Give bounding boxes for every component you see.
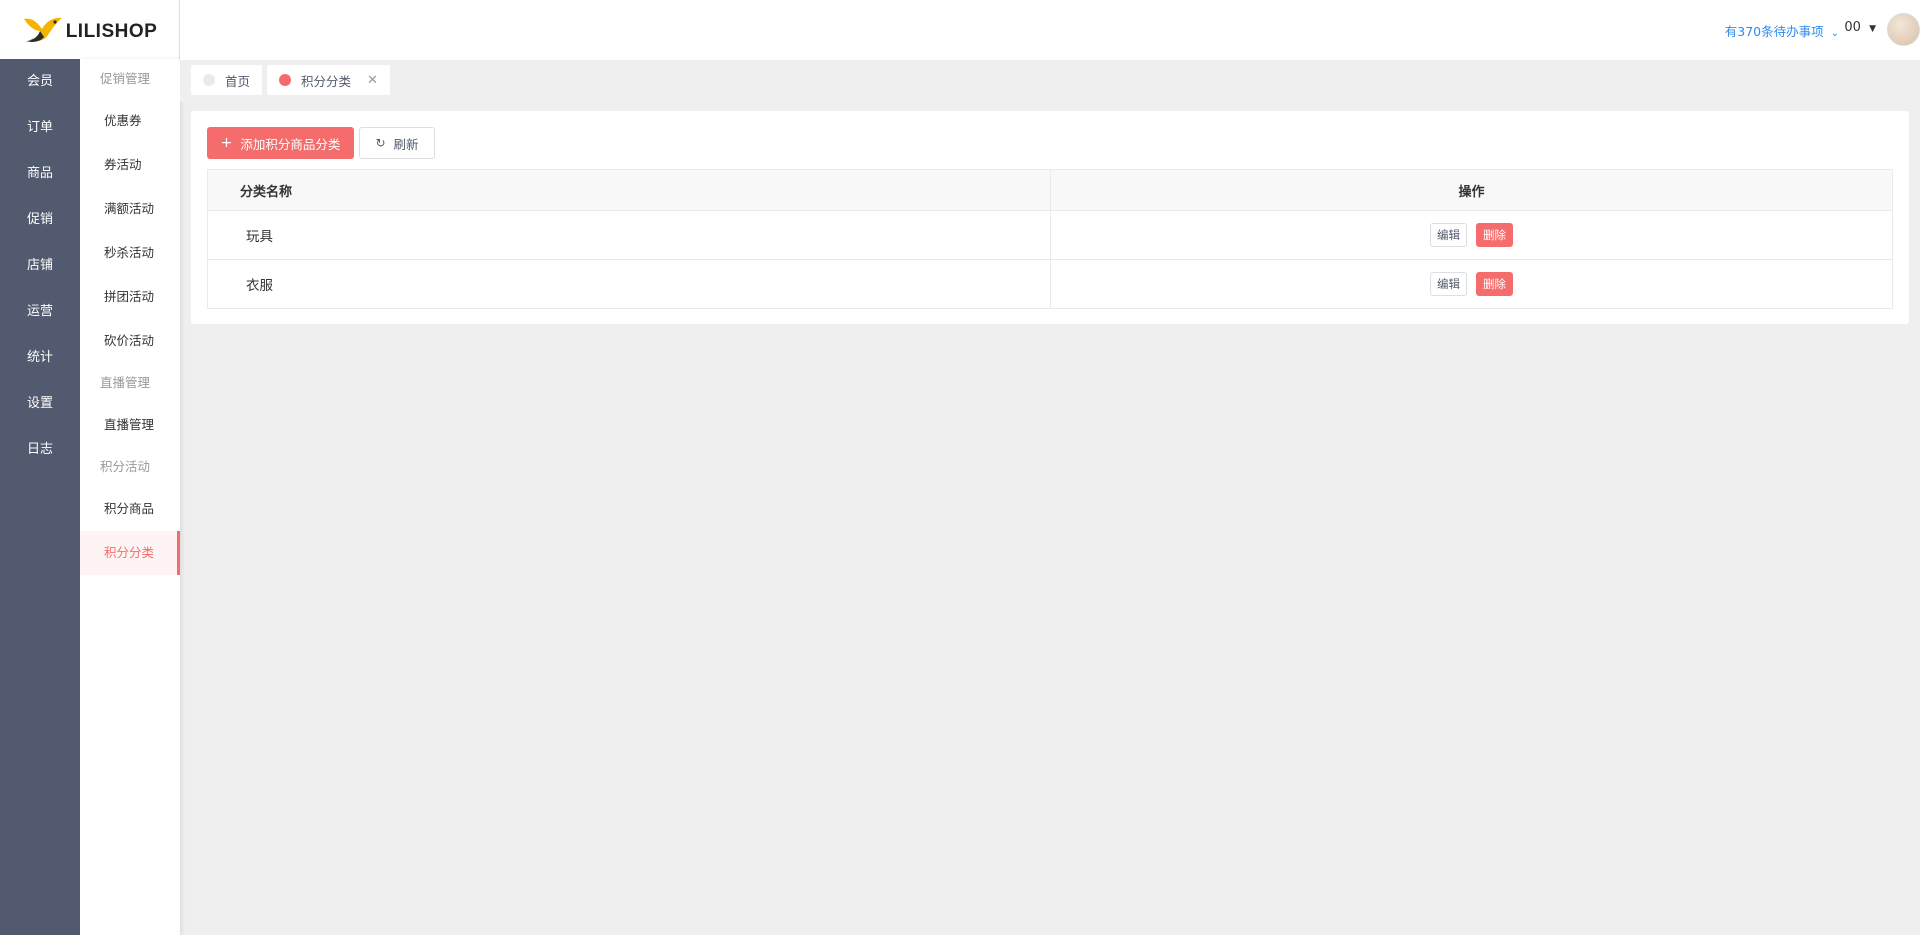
submenu-item-points-category[interactable]: 积分分类 (80, 531, 180, 575)
bird-logo-icon (23, 17, 62, 42)
nav-item-order[interactable]: 订单 (0, 105, 80, 151)
submenu-group-title: 积分活动 (100, 459, 151, 474)
submenu-item-pintuan[interactable]: 拼团活动 (80, 275, 180, 319)
submenu-item-live[interactable]: 直播管理 (80, 403, 180, 447)
tab-status-dot-icon (203, 74, 215, 86)
delete-button[interactable]: 删除 (1476, 272, 1513, 296)
tab-label: 积分分类 (301, 73, 352, 89)
submenu-item-points-goods[interactable]: 积分商品 (80, 487, 180, 531)
nav-item-member[interactable]: 会员 (0, 59, 80, 105)
category-table: 分类名称 操作 玩具 编辑 删除 衣服 编辑 删除 (207, 169, 1893, 309)
secondary-nav: 促销管理 优惠券 券活动 满额活动 秒杀活动 拼团活动 砍价活动 直播管理 直播… (80, 59, 180, 935)
primary-nav: 会员 订单 商品 促销 店铺 运营 统计 设置 日志 (0, 59, 80, 935)
chevron-down-icon: ⌄ (1830, 28, 1839, 39)
tab-status-dot-icon (279, 74, 291, 86)
caret-down-icon: ▼ (1869, 24, 1876, 34)
tab-home[interactable]: 首页 (191, 65, 262, 95)
table-row: 玩具 编辑 删除 (208, 211, 1892, 260)
submenu-group-title: 促销管理 (100, 71, 151, 86)
submenu-item-seckill[interactable]: 秒杀活动 (80, 231, 180, 275)
logo[interactable]: LILISHOP (0, 0, 180, 59)
column-header-actions: 操作 (1051, 170, 1892, 210)
add-category-label: 添加积分商品分类 (240, 136, 341, 152)
table-header-row: 分类名称 操作 (208, 170, 1892, 211)
submenu-item-full-discount[interactable]: 满额活动 (80, 187, 180, 231)
username: 00 (1844, 20, 1861, 35)
nav-item-statistics[interactable]: 统计 (0, 335, 80, 381)
todo-text: 有370条待办事项 (1724, 24, 1824, 39)
table-row: 衣服 编辑 删除 (208, 260, 1892, 308)
logo-text: LILISHOP (65, 20, 158, 42)
refresh-label: 刷新 (393, 136, 419, 152)
nav-item-goods[interactable]: 商品 (0, 151, 80, 197)
nav-item-store[interactable]: 店铺 (0, 243, 80, 289)
close-icon[interactable]: ✕ (367, 73, 378, 88)
nav-item-operation[interactable]: 运营 (0, 289, 80, 335)
submenu-item-kanjia[interactable]: 砍价活动 (80, 319, 180, 363)
tab-points-category[interactable]: 积分分类 ✕ (267, 65, 390, 95)
add-category-button[interactable]: + 添加积分商品分类 (207, 127, 354, 159)
content-card: + 添加积分商品分类 ↻ 刷新 分类名称 操作 玩具 编辑 删除 衣服 编辑 删… (191, 111, 1909, 324)
submenu-item-coupon-activity[interactable]: 券活动 (80, 143, 180, 187)
avatar[interactable] (1887, 13, 1920, 46)
refresh-icon: ↻ (375, 136, 386, 150)
refresh-button[interactable]: ↻ 刷新 (359, 127, 435, 159)
actions-cell: 编辑 删除 (1051, 260, 1892, 308)
column-header-name[interactable]: 分类名称 (208, 170, 1051, 210)
delete-button[interactable]: 删除 (1476, 223, 1513, 247)
submenu-item-coupon[interactable]: 优惠券 (80, 99, 180, 143)
edit-button[interactable]: 编辑 (1430, 223, 1467, 247)
plus-icon: + (220, 135, 233, 151)
nav-item-settings[interactable]: 设置 (0, 381, 80, 427)
tabs-bar: 首页 积分分类 ✕ (180, 60, 1920, 102)
nav-item-log[interactable]: 日志 (0, 427, 80, 473)
submenu-group-title: 直播管理 (100, 375, 151, 390)
nav-item-promotion[interactable]: 促销 (0, 197, 80, 243)
top-header: 有370条待办事项 ⌄ 00 ▼ (180, 0, 1920, 60)
user-dropdown[interactable]: 00 ▼ (1844, 20, 1876, 35)
category-name-cell: 玩具 (208, 211, 1051, 259)
todo-dropdown[interactable]: 有370条待办事项 ⌄ (1725, 21, 1839, 40)
tab-label: 首页 (225, 73, 251, 89)
edit-button[interactable]: 编辑 (1430, 272, 1467, 296)
category-name-cell: 衣服 (208, 260, 1051, 308)
actions-cell: 编辑 删除 (1051, 211, 1892, 259)
